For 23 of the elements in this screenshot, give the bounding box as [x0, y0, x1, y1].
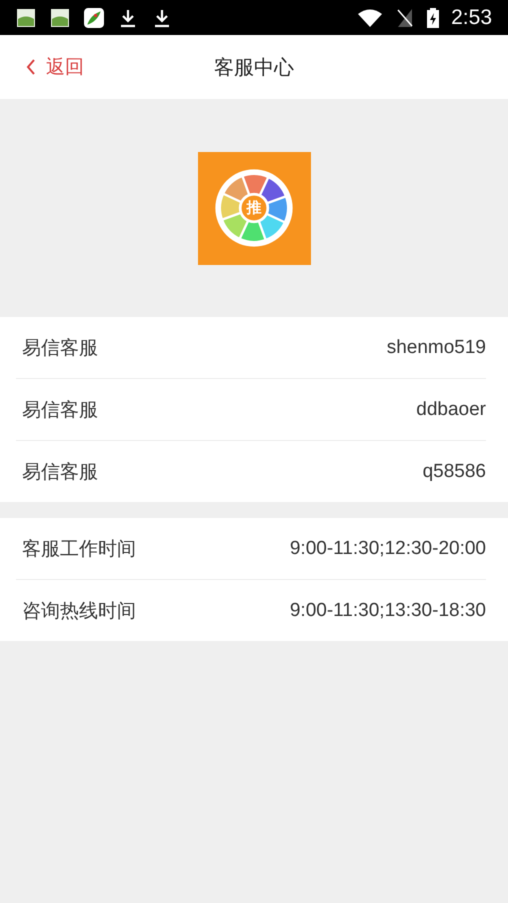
wifi-icon: [357, 8, 384, 28]
row-label: 易信客服: [22, 460, 98, 484]
row-value: 9:00-11:30;13:30-18:30: [290, 600, 486, 622]
no-sim-icon: [395, 8, 416, 28]
logo-text: 推: [246, 198, 262, 218]
row-label: 易信客服: [22, 336, 98, 360]
row-label: 易信客服: [22, 398, 98, 422]
row-value: 9:00-11:30;12:30-20:00: [290, 538, 486, 560]
download-icon: [118, 8, 138, 28]
clock: 2:53: [451, 6, 492, 30]
battery-icon: [427, 8, 440, 28]
row-label: 客服工作时间: [22, 536, 136, 562]
row-value: q58586: [422, 460, 486, 482]
row-label: 咨询热线时间: [22, 598, 136, 624]
row-value: ddbaoer: [416, 398, 486, 420]
chevron-icon: [26, 59, 36, 75]
image-notification-icon: [16, 8, 36, 28]
download-icon: [152, 8, 172, 28]
row-value: shenmo519: [386, 336, 486, 358]
back-button[interactable]: 返回: [24, 52, 86, 82]
image-notification-icon: [50, 8, 70, 28]
app-notification-icon: [84, 8, 104, 28]
page-title: 客服中心: [214, 54, 294, 80]
